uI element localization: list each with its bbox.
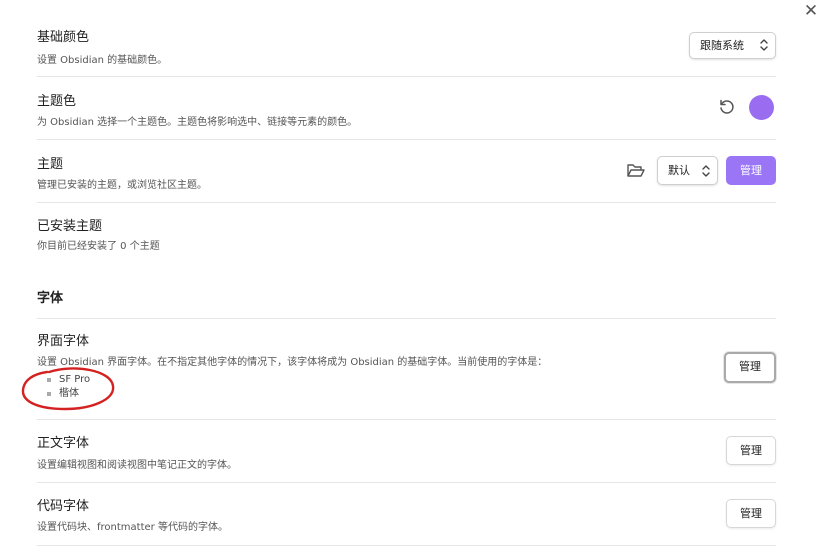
setting-theme: 主题 管理已安装的主题，或浏览社区主题。 默认 管理 xyxy=(37,140,776,203)
setting-installed-themes: 已安装主题 你目前已经安装了 0 个主题 xyxy=(37,203,776,263)
close-button[interactable]: ✕ xyxy=(800,0,822,22)
setting-description: 设置代码块、frontmatter 等代码的字体。 xyxy=(37,522,228,533)
setting-interface-font: 界面字体 设置 Obsidian 界面字体。在不指定其他字体的情况下，该字体将成… xyxy=(37,319,776,420)
setting-description: 为 Obsidian 选择一个主题色。主题色将影响选中、链接等元素的颜色。 xyxy=(37,117,358,128)
setting-base-color: 基础颜色 设置 Obsidian 的基础颜色。 跟随系统 xyxy=(37,20,776,77)
section-heading-text: 字体 xyxy=(37,291,64,306)
theme-dropdown[interactable]: 默认 xyxy=(657,156,718,185)
setting-title: 主题色 xyxy=(37,94,77,109)
dropdown-value: 跟随系统 xyxy=(700,39,744,52)
folder-open-icon[interactable] xyxy=(626,162,645,179)
setting-monospace-font: 代码字体 设置代码块、frontmatter 等代码的字体。 管理 xyxy=(37,483,776,546)
chevron-updown-icon xyxy=(760,39,768,51)
setting-title: 基础颜色 xyxy=(37,30,90,45)
reset-icon[interactable] xyxy=(718,99,736,117)
manage-themes-button[interactable]: 管理 xyxy=(726,156,776,185)
accent-color-picker[interactable] xyxy=(749,95,774,120)
setting-accent-color: 主题色 为 Obsidian 选择一个主题色。主题色将影响选中、链接等元素的颜色… xyxy=(37,77,776,140)
setting-description: 设置 Obsidian 的基础颜色。 xyxy=(37,55,168,66)
setting-description: 管理已安装的主题，或浏览社区主题。 xyxy=(37,180,207,191)
setting-text-font: 正文字体 设置编辑视图和阅读视图中笔记正文的字体。 管理 xyxy=(37,420,776,483)
setting-description: 你目前已经安装了 0 个主题 xyxy=(37,241,160,252)
setting-title: 代码字体 xyxy=(37,499,90,514)
dropdown-value: 默认 xyxy=(668,164,690,177)
setting-title: 主题 xyxy=(37,157,64,172)
manage-text-font-button[interactable]: 管理 xyxy=(726,436,776,465)
section-heading-fonts: 字体 xyxy=(37,287,776,319)
chevron-updown-icon xyxy=(702,165,710,177)
manage-interface-font-button[interactable]: 管理 xyxy=(724,352,776,383)
setting-title: 已安装主题 xyxy=(37,219,103,234)
setting-title: 界面字体 xyxy=(37,334,90,349)
manage-monospace-font-button[interactable]: 管理 xyxy=(726,499,776,528)
setting-title: 正文字体 xyxy=(37,436,90,451)
setting-description: 设置编辑视图和阅读视图中笔记正文的字体。 xyxy=(37,460,237,471)
base-color-dropdown[interactable]: 跟随系统 xyxy=(689,32,776,59)
annotation-circle xyxy=(21,367,115,411)
